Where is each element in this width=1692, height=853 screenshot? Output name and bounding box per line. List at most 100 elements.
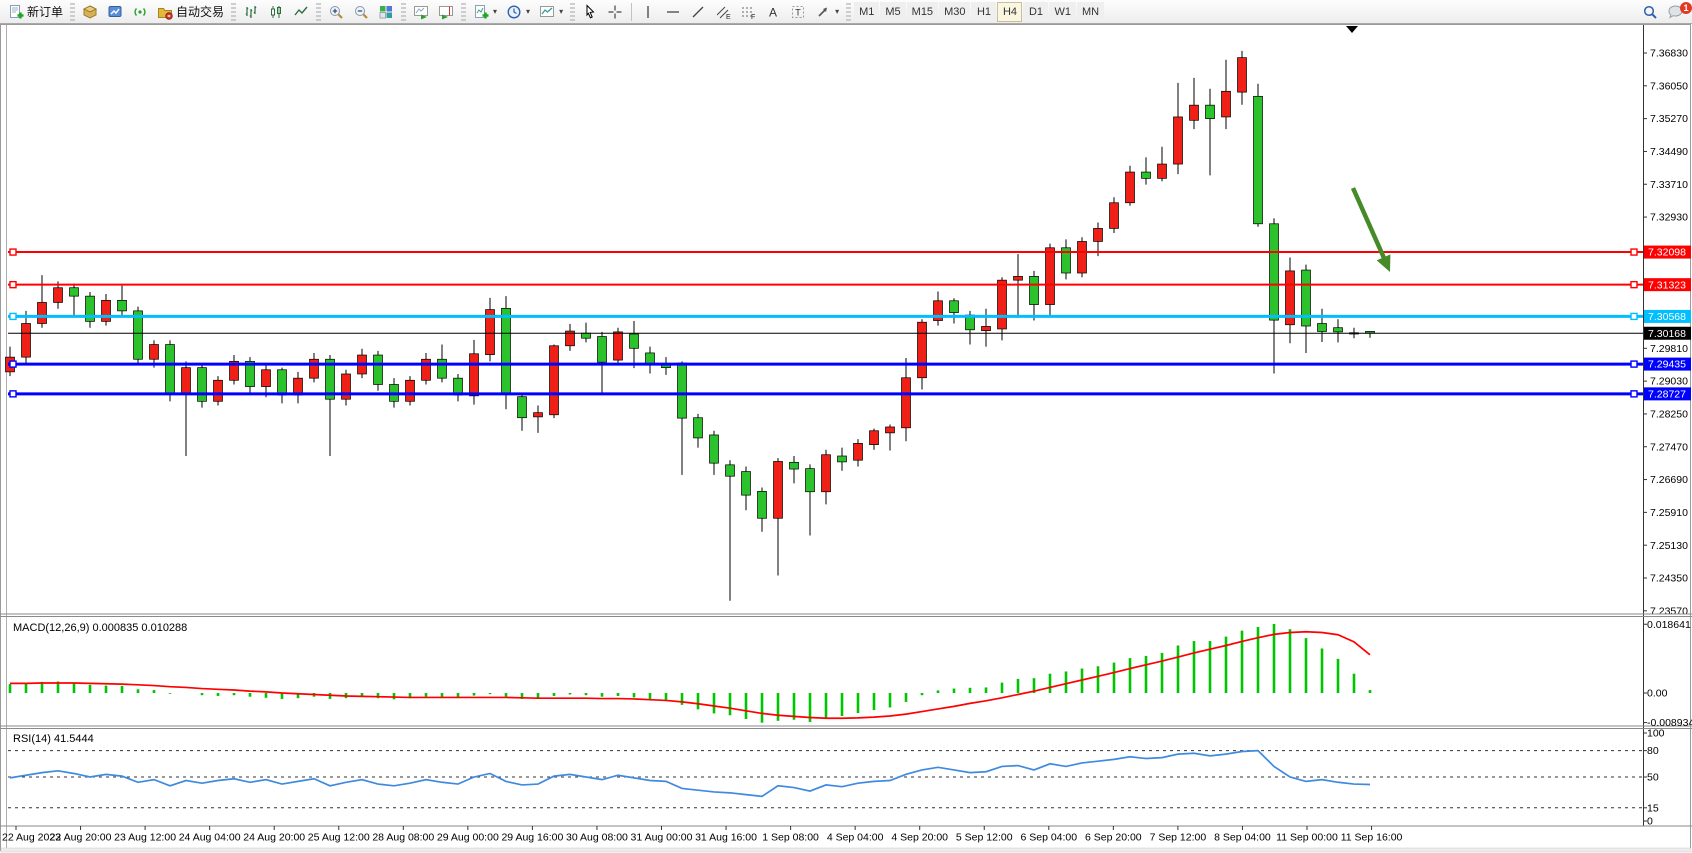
notification-badge[interactable]: 1 [1680,2,1692,14]
horizontal-line-icon [665,4,681,20]
candle-up [982,326,991,330]
time-axis-label: 24 Aug 04:00 [179,832,241,844]
toolbar-grip [231,3,236,21]
chart-area[interactable]: USDCNH-,H4 7.30213 7.30213 7.30060 7.301… [0,24,1692,853]
label-tool-button[interactable]: T [786,1,810,22]
indicators-button[interactable]: ▾ [469,1,501,22]
timeframe-m1-button[interactable]: M1 [854,2,879,22]
periods-button[interactable]: ▾ [502,1,534,22]
candle-up [614,332,623,360]
time-axis-label: 6 Sep 20:00 [1085,832,1142,844]
clock-icon [506,4,522,20]
candle-down [1030,276,1039,304]
zoom-in-button[interactable] [324,1,348,22]
zoom-in-icon [328,4,344,20]
indicators-icon [473,4,489,20]
channel-tool-button[interactable]: E [711,1,735,22]
timeframe-m30-button[interactable]: M30 [939,2,970,22]
timeframe-d1-button[interactable]: D1 [1023,2,1048,22]
zoom-out-button[interactable] [349,1,373,22]
arrows-tool-button[interactable]: ▾ [811,1,843,22]
candle-up [310,359,319,378]
line-handle[interactable] [1631,249,1637,255]
cursor-button[interactable] [578,1,602,22]
candle-up [1190,105,1199,120]
timeframe-h4-button[interactable]: H4 [997,2,1022,22]
line-handle[interactable] [1631,313,1637,319]
svg-text:A: A [769,5,777,19]
price-axis-label: 7.25130 [1650,540,1688,552]
auto-scroll-button[interactable] [409,1,433,22]
line-handle[interactable] [10,391,16,397]
fibonacci-tool-button[interactable]: F [736,1,760,22]
bar-chart-button[interactable] [239,1,263,22]
candle-up [1126,172,1135,203]
macd-axis-label: 0.00 [1647,688,1668,700]
line-handle[interactable] [10,282,16,288]
equidistant-channel-icon: E [715,4,731,20]
candle-up [1078,241,1087,273]
tile-windows-button[interactable] [374,1,398,22]
price-axis-label: 7.27470 [1650,441,1688,453]
candle-down [1334,328,1343,332]
rsi-axis-label: 15 [1647,802,1659,814]
data-window-button[interactable] [103,1,127,22]
svg-text:F: F [751,14,755,20]
price-level-badge-text: 7.31323 [1648,279,1686,291]
candle-down [838,456,847,462]
trendline-tool-button[interactable] [686,1,710,22]
price-axis-label: 7.29810 [1650,343,1688,355]
chart-shift-button[interactable] [434,1,458,22]
vertical-line-tool-button[interactable] [636,1,660,22]
timeframe-h1-button[interactable]: H1 [971,2,996,22]
crosshair-button[interactable] [603,1,627,22]
dropdown-caret: ▾ [526,7,530,16]
candle-up [854,443,863,460]
candlestick-chart-button[interactable] [264,1,288,22]
macd-axis-label: 0.018641 [1647,619,1691,631]
candle-up [1046,248,1055,305]
line-handle[interactable] [1631,361,1637,367]
line-handle[interactable] [10,361,16,367]
candle-down [198,368,207,402]
candle-up [422,359,431,380]
line-handle[interactable] [1631,391,1637,397]
market-watch-button[interactable] [78,1,102,22]
new-order-label: 新订单 [27,3,63,20]
autotrading-button[interactable]: 自动交易 [153,1,228,22]
timeframe-mn-button[interactable]: MN [1077,2,1104,22]
time-axis-label: 11 Sep 00:00 [1276,832,1338,844]
rsi-axis-label: 100 [1647,728,1665,740]
candle-up [870,431,879,445]
candle-down [1206,105,1215,118]
candle-down [118,300,127,311]
signals-button[interactable] [128,1,152,22]
line-handle[interactable] [10,313,16,319]
candle-down [518,397,527,418]
search-button[interactable] [1638,1,1662,22]
line-chart-button[interactable] [289,1,313,22]
candle-down [790,462,799,469]
toolbar: 新订单 自动交易 ▾ ▾ [0,0,1692,24]
time-axis-label: 4 Sep 04:00 [827,832,884,844]
horizontal-line-tool-button[interactable] [661,1,685,22]
candle-up [902,378,911,428]
price-axis-label: 7.25910 [1650,507,1688,519]
timeframe-w1-button[interactable]: W1 [1049,2,1076,22]
text-tool-button[interactable]: A [761,1,785,22]
timeframe-m15-button[interactable]: M15 [907,2,938,22]
candle-up [262,370,271,387]
line-handle[interactable] [10,249,16,255]
text-tool-icon: A [765,4,781,20]
candle-up [550,346,559,415]
line-handle[interactable] [1631,282,1637,288]
templates-button[interactable]: ▾ [535,1,567,22]
candle-up [1014,276,1023,280]
new-order-button[interactable]: 新订单 [4,1,67,22]
timeframe-m5-button[interactable]: M5 [880,2,905,22]
candle-down [950,301,959,313]
time-axis-label: 25 Aug 12:00 [308,832,370,844]
time-axis-label: 31 Aug 00:00 [631,832,693,844]
price-axis-label: 7.36830 [1650,48,1688,60]
candle-up [1222,91,1231,117]
